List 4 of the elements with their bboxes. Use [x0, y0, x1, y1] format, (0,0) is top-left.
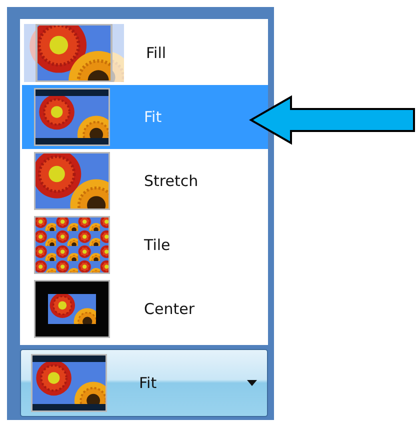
dropdown-option[interactable]: Tile — [22, 213, 268, 277]
caret-icon — [247, 380, 257, 386]
dropdown-option[interactable]: Center — [22, 277, 268, 341]
position-dropdown[interactable]: Fit — [20, 349, 268, 417]
